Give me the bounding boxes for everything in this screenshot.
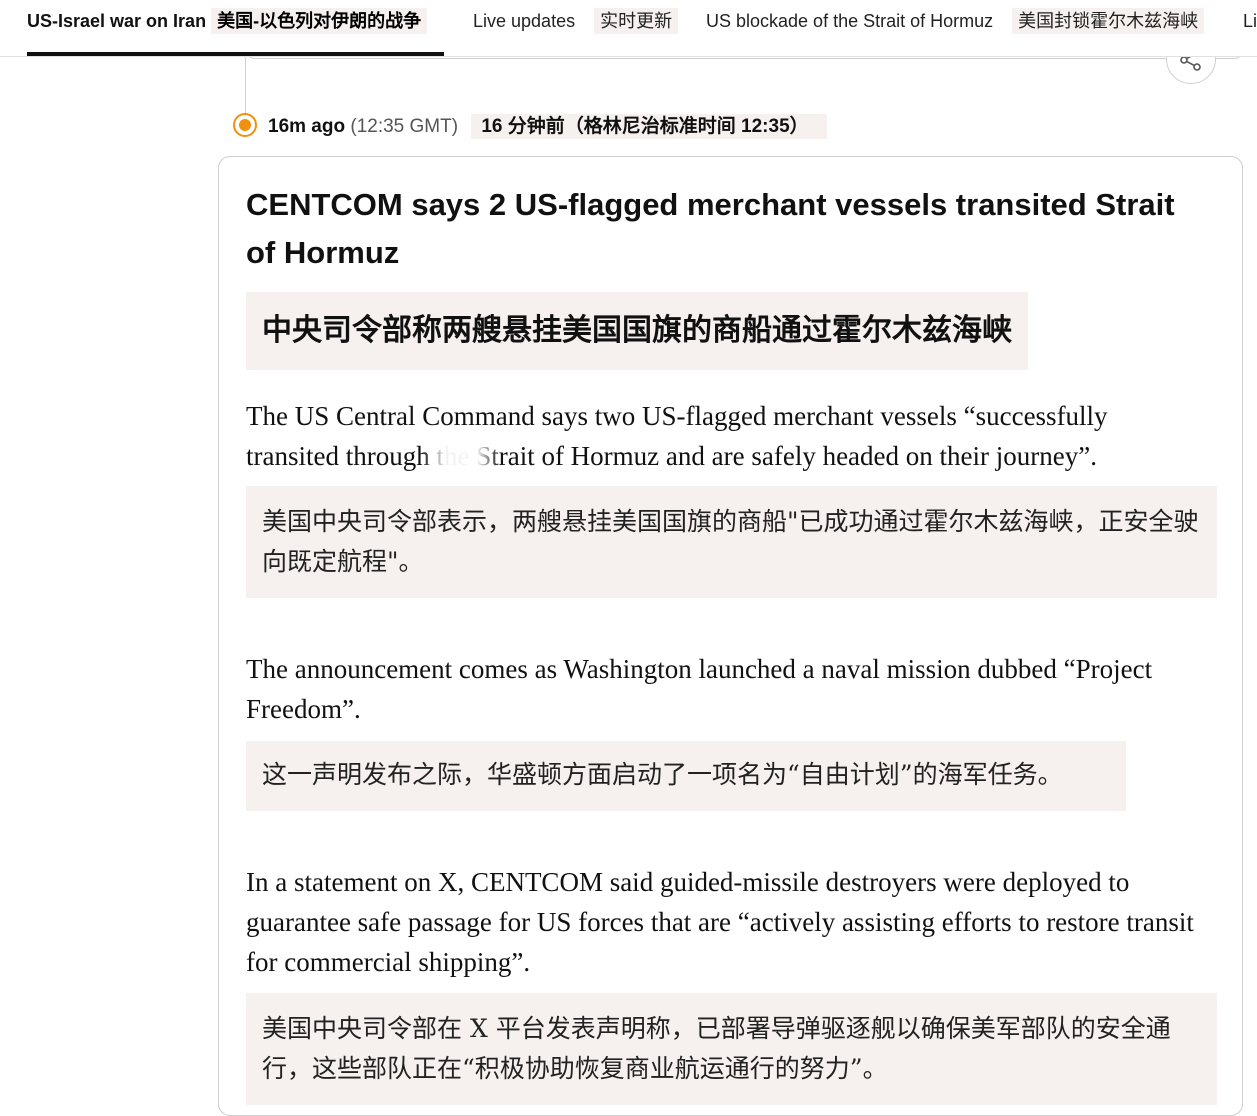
time-gmt: (12:35 GMT) (350, 116, 459, 137)
nav-item-label: Live updates (473, 11, 576, 31)
nav-item-overflow[interactable]: Li (1243, 0, 1257, 42)
paragraph-3: In a statement on X, CENTCOM said guided… (246, 867, 1194, 977)
time-ago: 16m ago (268, 116, 346, 137)
topic-nav: US-Israel war on Iran 美国-以色列对伊朗的战争 Live … (0, 0, 1257, 57)
text-cursor-blur (421, 440, 501, 472)
nav-item-us-israel-war[interactable]: US-Israel war on Iran 美国-以色列对伊朗的战争 (27, 0, 428, 42)
timeline-line (245, 56, 246, 114)
nav-item-live-updates[interactable]: Live updates 实时更新 (473, 0, 679, 42)
live-entry-card: CENTCOM says 2 US-flagged merchant vesse… (218, 156, 1243, 1116)
entry-timestamp: 16m ago (12:35 GMT) 16 分钟前（格林尼治标准时间 12:3… (268, 114, 827, 140)
nav-item-label: US-Israel war on Iran (27, 11, 207, 31)
entry-headline: CENTCOM says 2 US-flagged merchant vesse… (246, 187, 1175, 270)
paragraph-1: The US Central Command says two US-flagg… (246, 401, 1108, 471)
nav-item-label: Li (1243, 11, 1257, 31)
nav-item-strait-blockade[interactable]: US blockade of the Strait of Hormuz 美国封锁… (706, 0, 1205, 42)
paragraph-3-translation: 美国中央司令部在 X 平台发表声明称，已部署导弹驱逐舰以确保美军部队的安全通行，… (246, 993, 1217, 1105)
nav-item-label-zh: 实时更新 (594, 8, 679, 34)
nav-item-label: US blockade of the Strait of Hormuz (706, 11, 994, 31)
paragraph-1-translation: 美国中央司令部表示，两艘悬挂美国国旗的商船"已成功通过霍尔木兹海峡，正安全驶向既… (246, 486, 1217, 598)
nav-item-label-zh: 美国封锁霍尔木兹海峡 (1012, 8, 1205, 34)
entry-headline-translation: 中央司令部称两艘悬挂美国国旗的商船通过霍尔木兹海峡 (246, 292, 1028, 370)
active-tab-indicator (27, 52, 444, 56)
live-dot-icon (233, 113, 257, 137)
paragraph-2-translation: 这一声明发布之际，华盛顿方面启动了一项名为“自由计划”的海军任务。 (246, 741, 1126, 811)
time-translation: 16 分钟前（格林尼治标准时间 12:35） (471, 114, 827, 139)
nav-item-label-zh: 美国-以色列对伊朗的战争 (211, 8, 428, 34)
paragraph-2: The announcement comes as Washington lau… (246, 654, 1153, 724)
